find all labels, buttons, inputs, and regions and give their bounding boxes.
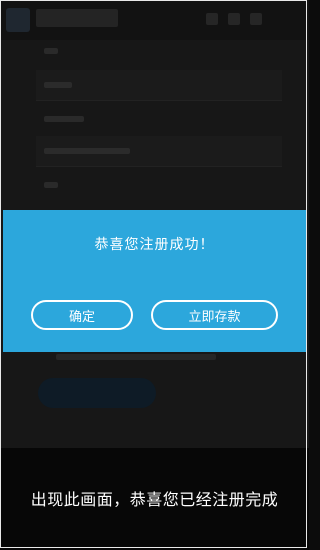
- app-brand-placeholder: [36, 9, 118, 27]
- instruction-caption: 出现此画面，恭喜您已经注册完成: [0, 448, 309, 550]
- caption-text: 出现此画面，恭喜您已经注册完成: [30, 490, 279, 509]
- terms-note: [56, 354, 216, 360]
- form-label: [44, 116, 84, 122]
- header-icon: [228, 13, 240, 25]
- form-field-value: [44, 82, 72, 88]
- app-header: [0, 0, 309, 40]
- success-message: 恭喜您注册成功！: [94, 237, 215, 253]
- app-logo: [6, 8, 30, 32]
- form-label: [44, 182, 58, 188]
- submit-button-dimmed: [38, 378, 156, 408]
- form-field: [36, 136, 282, 167]
- form-label: [44, 48, 58, 54]
- header-icon: [250, 13, 262, 25]
- form-field-value: [44, 148, 130, 154]
- form-field: [36, 70, 282, 101]
- success-dialog: 恭喜您注册成功！ 确定 立即存款: [3, 210, 306, 352]
- header-icon: [206, 13, 218, 25]
- deposit-now-button[interactable]: 立即存款: [151, 300, 278, 330]
- confirm-button[interactable]: 确定: [31, 300, 133, 330]
